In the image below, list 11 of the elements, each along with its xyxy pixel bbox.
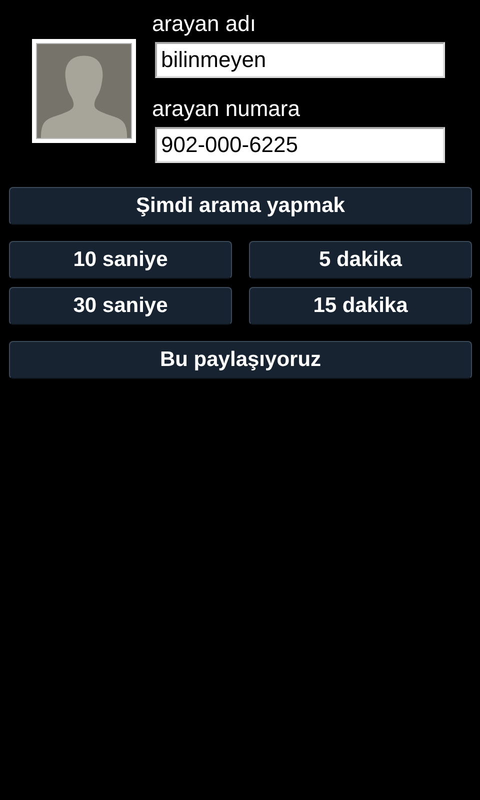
- delay-button[interactable]: 15 dakika: [249, 287, 472, 325]
- share-button[interactable]: Bu paylaşıyoruz: [9, 341, 472, 379]
- avatar-icon: [36, 43, 132, 139]
- delay-button[interactable]: 10 saniye: [9, 241, 232, 279]
- delay-button[interactable]: 30 saniye: [9, 287, 232, 325]
- field-label: arayan numara: [152, 95, 301, 123]
- input-field[interactable]: bilinmeyen: [155, 42, 445, 78]
- delay-button[interactable]: 5 dakika: [249, 241, 472, 279]
- input-field[interactable]: 902-000-6225: [155, 127, 445, 163]
- call-now-button[interactable]: Şimdi arama yapmak: [9, 187, 472, 225]
- field-label: arayan adı: [152, 10, 257, 38]
